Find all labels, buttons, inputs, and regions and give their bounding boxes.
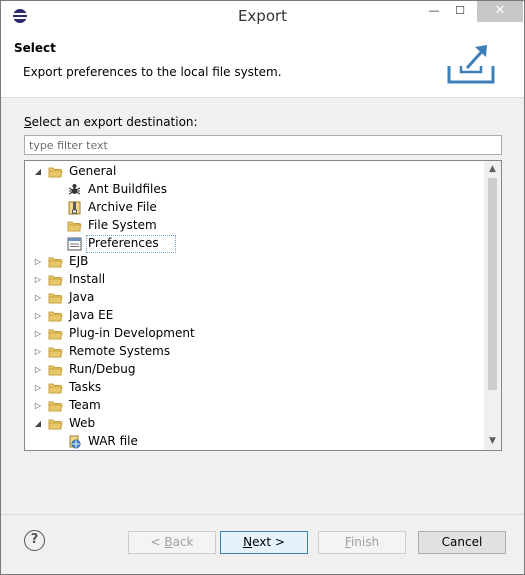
- tree-item-label: Run/Debug: [69, 362, 136, 376]
- tree-item-label: File System: [88, 218, 157, 232]
- tree-item-run-debug[interactable]: ▷ Run/Debug: [25, 361, 485, 379]
- back-label: ack: [172, 535, 194, 549]
- expanded-twisty-icon[interactable]: ◢: [33, 167, 43, 177]
- tree-item-plug-in-development[interactable]: ▷ Plug-in Development: [25, 325, 485, 343]
- tree-item-label: Install: [69, 272, 106, 286]
- tree-item-archive-file[interactable]: Archive File: [25, 199, 485, 217]
- collapsed-twisty-icon[interactable]: ▷: [33, 383, 43, 393]
- folder-icon: [48, 327, 63, 341]
- folder-icon: [48, 165, 63, 179]
- scroll-down-icon[interactable]: ▼: [484, 433, 501, 450]
- folder-icon: [48, 255, 63, 269]
- tree-item-team[interactable]: ▷ Team: [25, 397, 485, 415]
- back-button[interactable]: < Back: [128, 531, 216, 554]
- folder-icon: [48, 291, 63, 305]
- collapsed-twisty-icon[interactable]: ▷: [33, 347, 43, 357]
- tree-item-war-file[interactable]: WAR file: [25, 433, 485, 450]
- collapsed-twisty-icon[interactable]: ▷: [33, 311, 43, 321]
- tree-item-label: Ant Buildfiles: [88, 182, 167, 196]
- close-button[interactable]: ✕: [477, 1, 523, 22]
- tree-item-java[interactable]: ▷ Java: [25, 289, 485, 307]
- destination-label-text: elect an export destination:: [31, 115, 198, 129]
- tree-item-web[interactable]: ◢ Web: [25, 415, 485, 433]
- folder-icon: [67, 219, 82, 233]
- collapsed-twisty-icon[interactable]: ▷: [33, 365, 43, 375]
- export-dialog: Export — ☐ ✕ Select Export preferences t…: [0, 0, 525, 575]
- export-wizard-icon: [447, 45, 495, 84]
- page-title: Select: [14, 41, 56, 55]
- expanded-twisty-icon[interactable]: ◢: [33, 419, 43, 429]
- next-mnemonic: N: [243, 535, 253, 549]
- tree-item-label: Java EE: [69, 308, 114, 322]
- tree-item-install[interactable]: ▷ Install: [25, 271, 485, 289]
- folder-icon: [48, 309, 63, 323]
- page-description: Export preferences to the local file sys…: [23, 65, 282, 79]
- folder-icon: [48, 417, 63, 431]
- destination-label: Select an export destination:: [24, 115, 198, 129]
- tree-item-general[interactable]: ◢ General: [25, 163, 485, 181]
- next-label: ext >: [252, 535, 285, 549]
- preferences-icon: [67, 237, 82, 251]
- folder-icon: [48, 363, 63, 377]
- archive-icon: [67, 201, 82, 215]
- collapsed-twisty-icon[interactable]: ▷: [33, 329, 43, 339]
- tree-item-label: Plug-in Development: [69, 326, 195, 340]
- folder-icon: [48, 381, 63, 395]
- collapsed-twisty-icon[interactable]: ▷: [33, 275, 43, 285]
- finish-label: inish: [350, 535, 380, 549]
- tree-item-label: EJB: [69, 254, 89, 268]
- filter-input[interactable]: [24, 135, 502, 155]
- tree-item-tasks[interactable]: ▷ Tasks: [25, 379, 485, 397]
- tree-item-label: Tasks: [69, 380, 102, 394]
- tree-item-label: Java: [69, 290, 95, 304]
- folder-icon: [48, 399, 63, 413]
- maximize-button[interactable]: ☐: [447, 1, 473, 22]
- finish-button[interactable]: Finish: [318, 531, 406, 554]
- tree-item-label: Web: [69, 416, 96, 430]
- tree-item-label: Remote Systems: [69, 344, 171, 358]
- title-bar: Export — ☐ ✕: [1, 1, 524, 32]
- collapsed-twisty-icon[interactable]: ▷: [33, 401, 43, 411]
- scroll-thumb[interactable]: [488, 178, 497, 390]
- collapsed-twisty-icon[interactable]: ▷: [33, 257, 43, 267]
- war-file-icon: [67, 435, 82, 449]
- back-prefix: <: [150, 535, 165, 549]
- scroll-up-icon[interactable]: ▲: [484, 161, 501, 178]
- folder-icon: [48, 345, 63, 359]
- cancel-button[interactable]: Cancel: [418, 531, 506, 554]
- ant-icon: [67, 183, 82, 197]
- collapsed-twisty-icon[interactable]: ▷: [33, 293, 43, 303]
- tree-item-label: Archive File: [88, 200, 157, 214]
- destination-label-mnemonic: S: [24, 115, 32, 129]
- tree-item-label: WAR file: [88, 434, 138, 448]
- footer-separator: [1, 514, 524, 515]
- back-mnemonic: B: [164, 535, 173, 549]
- help-icon[interactable]: ?: [24, 530, 45, 551]
- destination-tree[interactable]: ◢ General Ant Buildfiles Archive File File S…: [24, 160, 502, 451]
- tree-item-ejb[interactable]: ▷ EJB: [25, 253, 485, 271]
- tree-item-remote-systems[interactable]: ▷ Remote Systems: [25, 343, 485, 361]
- next-button[interactable]: Next >: [220, 531, 308, 554]
- minimize-button[interactable]: —: [421, 1, 447, 22]
- tree-item-file-system[interactable]: File System: [25, 217, 485, 235]
- tree-item-java-ee[interactable]: ▷ Java EE: [25, 307, 485, 325]
- tree-scrollbar[interactable]: ▲ ▼: [484, 161, 501, 450]
- tree-item-label: General: [69, 164, 117, 178]
- wizard-header: Select Export preferences to the local f…: [1, 32, 524, 98]
- tree-item-label: Preferences: [88, 236, 159, 250]
- tree-item-preferences[interactable]: Preferences: [25, 235, 485, 253]
- tree-item-label: Team: [69, 398, 101, 412]
- tree-item-ant-buildfiles[interactable]: Ant Buildfiles: [25, 181, 485, 199]
- folder-icon: [48, 273, 63, 287]
